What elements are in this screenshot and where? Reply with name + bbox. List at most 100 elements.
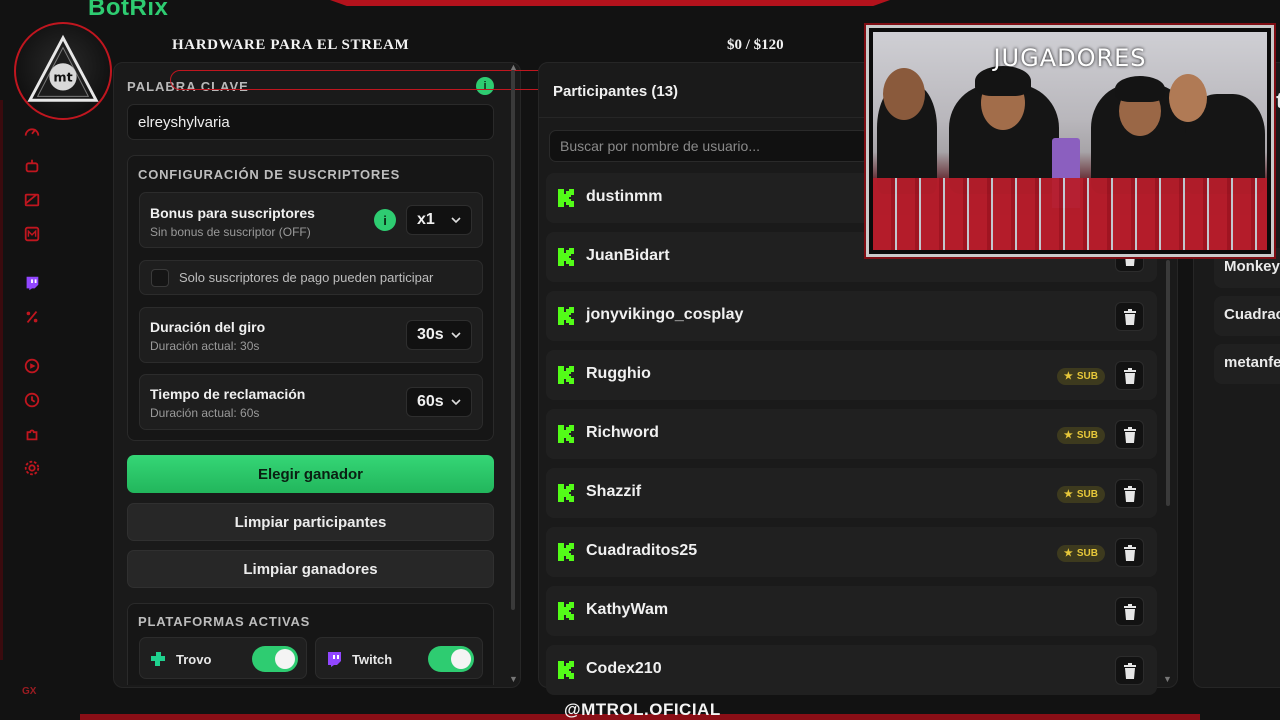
chevron-down-icon	[451, 332, 461, 339]
bonus-info-icon[interactable]: i	[374, 209, 396, 231]
dashboard-icon[interactable]	[22, 122, 42, 142]
claim-time-select[interactable]: 60s	[406, 387, 472, 417]
play-icon[interactable]	[22, 356, 42, 376]
percent-icon[interactable]	[22, 307, 42, 327]
participant-name: dustinmm	[586, 188, 663, 205]
subscriber-bonus-row: Bonus para suscriptores Sin bonus de sus…	[139, 192, 483, 248]
winner-name: Monkey	[1224, 258, 1280, 275]
participants-scroll-down-icon[interactable]: ▼	[1163, 674, 1172, 684]
participant-name: KathyWam	[586, 601, 669, 618]
sub-badge-label: SUB	[1076, 371, 1098, 382]
participant-name: Richword	[586, 424, 659, 441]
spin-duration-value: 30s	[417, 326, 444, 343]
sub-badge: ★ SUB	[1056, 368, 1105, 385]
trash-icon	[1123, 485, 1136, 502]
webcam-overlay: JUGADORES	[866, 25, 1274, 257]
remove-participant-button[interactable]	[1115, 479, 1144, 508]
pyramid-logo-icon: mt	[27, 34, 99, 102]
kick-icon	[558, 189, 574, 207]
settings-scrollbar[interactable]	[511, 70, 515, 610]
participant-search-input[interactable]: Buscar por nombre de usuario...	[549, 130, 869, 162]
participant-name: JuanBidart	[586, 247, 670, 264]
kick-icon	[558, 366, 574, 384]
clock-icon[interactable]	[22, 390, 42, 410]
spin-duration-subtitle: Duración actual: 30s	[150, 339, 260, 353]
overlay-icon[interactable]	[22, 190, 42, 210]
participant-row: Richword ★ SUB	[546, 409, 1157, 459]
remove-participant-button[interactable]	[1115, 361, 1144, 390]
trash-icon	[1123, 308, 1136, 325]
twitch-icon	[328, 652, 341, 667]
trash-icon	[1123, 367, 1136, 384]
app-frame: BotRix HARDWARE PARA EL STREAM $0 / $120…	[0, 0, 1280, 720]
remove-participant-button[interactable]	[1115, 302, 1144, 331]
star-icon: ★	[1063, 548, 1073, 559]
star-icon: ★	[1063, 371, 1073, 382]
stream-goal-title: HARDWARE PARA EL STREAM	[172, 37, 410, 53]
paid-subs-only-row[interactable]: Solo suscriptores de pago pueden partici…	[139, 260, 483, 295]
trash-icon	[1123, 662, 1136, 679]
tablecloth	[873, 178, 1267, 250]
winner-name: Cuadrac	[1224, 306, 1280, 323]
clear-winners-button[interactable]: Limpiar ganadores	[127, 550, 494, 588]
decorative-frame-top	[330, 0, 890, 6]
botrix-logo-text: BotRix	[88, 0, 169, 21]
scroll-down-icon[interactable]: ▼	[509, 674, 518, 684]
star-icon: ★	[1063, 430, 1073, 441]
participant-row: jonyvikingo_cosplay	[546, 291, 1157, 341]
paid-subs-only-checkbox[interactable]	[151, 269, 169, 287]
trash-icon	[1123, 544, 1136, 561]
puzzle-icon[interactable]	[22, 424, 42, 444]
kick-icon	[558, 543, 574, 561]
participants-scrollbar[interactable]	[1166, 260, 1170, 506]
kick-icon	[558, 425, 574, 443]
twitch-toggle[interactable]	[428, 646, 474, 672]
claim-time-title: Tiempo de reclamación	[150, 386, 306, 402]
bonus-multiplier-value: x1	[417, 211, 435, 228]
remove-participant-button[interactable]	[1115, 420, 1144, 449]
platform-card-twitch: Twitch	[315, 637, 483, 679]
claim-time-row: Tiempo de reclamación Duración actual: 6…	[139, 374, 483, 430]
trash-icon	[1123, 426, 1136, 443]
remove-participant-button[interactable]	[1115, 597, 1144, 626]
subscriber-bonus-title: Bonus para suscriptores	[150, 205, 315, 221]
participant-row: Cuadraditos25 ★ SUB	[546, 527, 1157, 577]
sub-badge: ★ SUB	[1056, 545, 1105, 562]
winner-item: metanfe	[1214, 344, 1280, 384]
clear-participants-button[interactable]: Limpiar participantes	[127, 503, 494, 541]
trovo-toggle[interactable]	[252, 646, 298, 672]
sub-badge-label: SUB	[1076, 489, 1098, 500]
platform-name-trovo: Trovo	[176, 652, 212, 667]
chevron-down-icon	[451, 399, 461, 406]
bonus-multiplier-select[interactable]: x1	[406, 205, 472, 235]
kick-icon	[558, 307, 574, 325]
chevron-down-icon	[451, 217, 461, 224]
webcam-title: JUGADORES	[993, 44, 1147, 72]
trash-icon	[1123, 603, 1136, 620]
star-icon: ★	[1063, 489, 1073, 500]
pick-winner-button[interactable]: Elegir ganador	[127, 455, 494, 493]
scroll-up-icon[interactable]: ▲	[509, 62, 518, 72]
winner-item: Cuadrac	[1214, 296, 1280, 336]
spin-duration-select[interactable]: 30s	[406, 320, 472, 350]
remove-participant-button[interactable]	[1115, 656, 1144, 685]
social-handle: @MTROL.OFICIAL	[564, 700, 721, 719]
bot-icon[interactable]	[22, 156, 42, 176]
settings-gear-icon[interactable]	[22, 458, 42, 478]
logo-letters: mt	[53, 70, 72, 85]
trovo-icon	[151, 652, 165, 666]
remove-participant-button[interactable]	[1115, 538, 1144, 567]
person-hair	[1115, 76, 1165, 102]
participant-row: KathyWam	[546, 586, 1157, 636]
kick-icon	[558, 602, 574, 620]
subscriber-config-title: CONFIGURACIÓN DE SUSCRIPTORES	[138, 167, 401, 182]
stream-goal-amount: $0 / $120	[727, 37, 784, 53]
paid-subs-only-label: Solo suscriptores de pago pueden partici…	[179, 270, 434, 285]
twitch-icon[interactable]	[22, 273, 42, 293]
media-icon[interactable]	[22, 224, 42, 244]
participant-row: Rugghio ★ SUB	[546, 350, 1157, 400]
keyword-input[interactable]: elreyshylvaria	[127, 104, 494, 140]
participant-name: Cuadraditos25	[586, 542, 698, 559]
kick-icon	[558, 661, 574, 679]
kick-icon	[558, 248, 574, 266]
